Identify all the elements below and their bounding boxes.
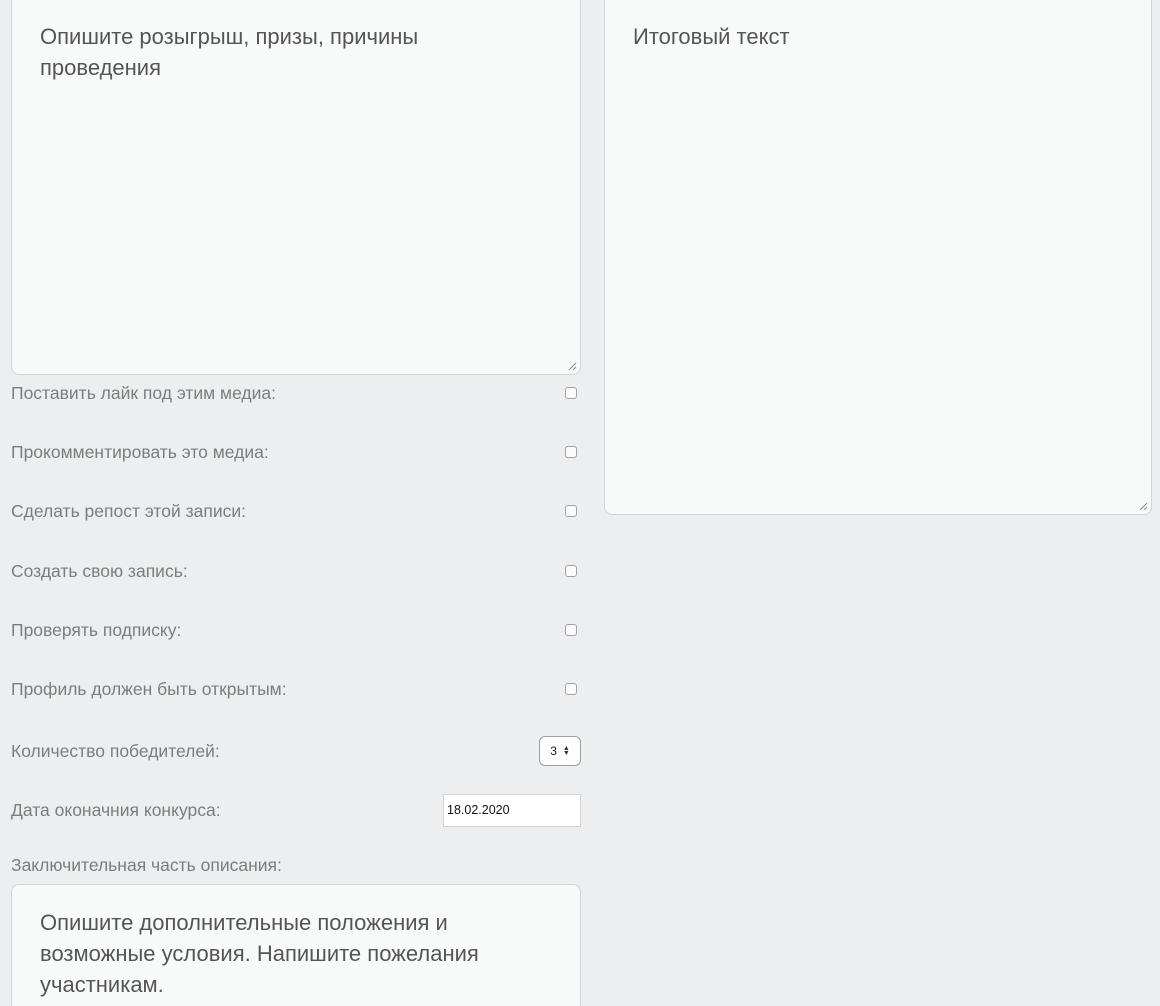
option-own-post: Создать свою запись: xyxy=(11,556,581,586)
winners-row: Количество победителей: 3 ▲ ▼ xyxy=(11,732,581,770)
result-placeholder: Итоговый текст xyxy=(633,24,790,49)
option-label: Создать свою запись: xyxy=(11,561,188,581)
resize-grip-icon[interactable] xyxy=(567,361,577,371)
option-comment-media: Прокомментировать это медиа: xyxy=(11,437,581,467)
description-placeholder: Опишите розыгрыш, призы, причины проведе… xyxy=(40,24,419,80)
winners-value: 3 xyxy=(550,744,557,758)
final-part-textarea[interactable]: Опишите дополнительные положения и возмо… xyxy=(11,884,581,1006)
option-label: Поставить лайк под этим медиа: xyxy=(11,383,277,403)
resize-grip-icon[interactable] xyxy=(1138,501,1148,511)
end-date-row: Дата оконачния конкурса: 18.02.2020 xyxy=(11,793,581,827)
option-checkbox[interactable] xyxy=(565,387,577,399)
option-label: Сделать репост этой записи: xyxy=(11,501,246,521)
option-checkbox[interactable] xyxy=(565,505,577,517)
option-open-profile: Профиль должен быть открытым: xyxy=(11,674,581,704)
end-date-input[interactable]: 18.02.2020 xyxy=(443,793,581,827)
result-textarea[interactable]: Итоговый текст xyxy=(604,0,1152,515)
winners-select[interactable]: 3 ▲ ▼ xyxy=(539,736,581,766)
final-part-label: Заключительная часть описания: xyxy=(11,855,282,875)
option-check-subscription: Проверять подписку: xyxy=(11,615,581,645)
option-checkbox[interactable] xyxy=(565,565,577,577)
winners-label: Количество победителей: xyxy=(11,741,220,761)
contest-form: Опишите розыгрыш, призы, причины проведе… xyxy=(0,0,1160,1006)
option-repost: Сделать репост этой записи: xyxy=(11,496,581,526)
option-checkbox[interactable] xyxy=(565,624,577,636)
option-label: Прокомментировать это медиа: xyxy=(11,442,269,462)
option-like-media: Поставить лайк под этим медиа: xyxy=(11,378,581,408)
option-checkbox[interactable] xyxy=(565,683,577,695)
select-arrows-icon: ▲ ▼ xyxy=(562,745,570,757)
option-checkbox[interactable] xyxy=(565,446,577,458)
final-part-placeholder: Опишите дополнительные положения и возмо… xyxy=(40,910,479,997)
description-textarea[interactable]: Опишите розыгрыш, призы, причины проведе… xyxy=(11,0,581,375)
end-date-label: Дата оконачния конкурса: xyxy=(11,800,221,820)
option-label: Проверять подписку: xyxy=(11,620,182,640)
option-label: Профиль должен быть открытым: xyxy=(11,679,287,699)
